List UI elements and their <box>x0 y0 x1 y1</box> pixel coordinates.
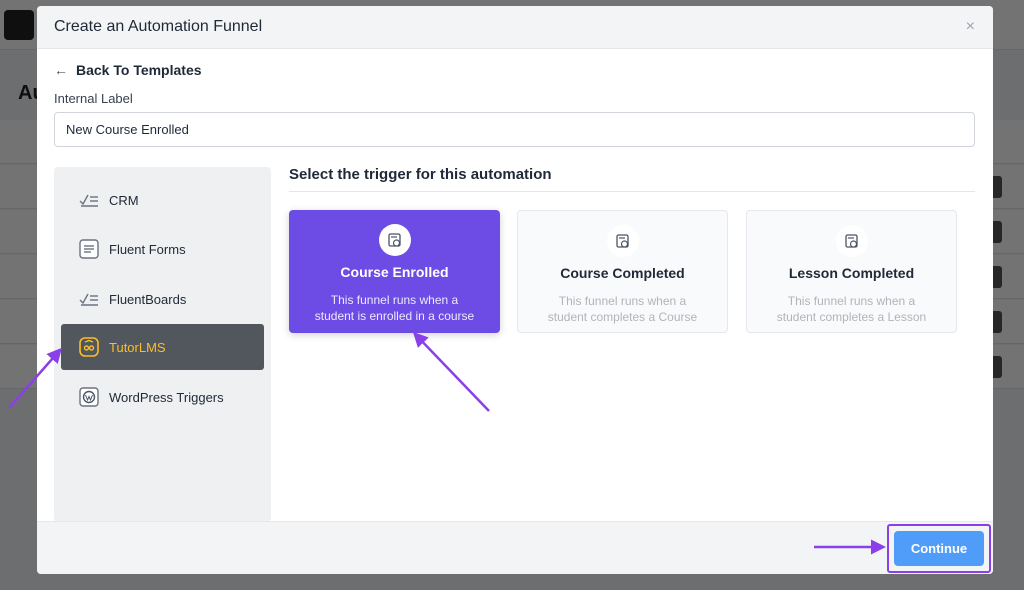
arrow-left-icon: ← <box>54 62 68 78</box>
check-lines-icon <box>79 190 99 210</box>
modal-footer <box>37 521 993 574</box>
sidebar-item-label: WordPress Triggers <box>109 389 224 405</box>
wordpress-icon <box>79 387 99 407</box>
sidebar-item-label: CRM <box>109 192 139 208</box>
close-icon[interactable]: × <box>966 18 975 36</box>
sidebar-item-wordpress-triggers[interactable]: WordPress Triggers <box>61 374 264 420</box>
tutor-icon <box>79 337 99 357</box>
trigger-section-heading: Select the trigger for this automation <box>289 166 552 183</box>
trigger-category-sidebar: CRM Fluent Forms FluentBoards TutorLMS W… <box>54 167 271 522</box>
sidebar-item-label: FluentBoards <box>109 291 187 307</box>
card-title: Course Completed <box>560 265 685 281</box>
internal-label-heading: Internal Label <box>54 91 133 106</box>
card-description: This funnel runs when a student is enrol… <box>314 293 475 323</box>
back-link-label: Back To Templates <box>76 62 202 78</box>
trigger-card-course-completed[interactable]: Course Completed This funnel runs when a… <box>517 210 728 333</box>
form-icon <box>79 239 99 259</box>
continue-button[interactable]: Continue <box>894 531 984 566</box>
sidebar-item-crm[interactable]: CRM <box>61 177 264 223</box>
modal-title: Create an Automation Funnel <box>54 18 263 35</box>
lesson-icon <box>835 225 868 257</box>
internal-label-input[interactable] <box>54 112 975 147</box>
section-divider <box>289 191 975 192</box>
card-description: This funnel runs when a student complete… <box>776 294 927 324</box>
back-to-templates-link[interactable]: ← Back To Templates <box>54 62 202 78</box>
sidebar-item-label: TutorLMS <box>109 339 166 355</box>
card-title: Course Enrolled <box>340 264 449 280</box>
course-icon <box>606 225 639 257</box>
sidebar-item-fluentboards[interactable]: FluentBoards <box>61 276 264 322</box>
card-description: This funnel runs when a student complete… <box>547 294 698 324</box>
card-title: Lesson Completed <box>788 265 915 281</box>
sidebar-item-fluent-forms[interactable]: Fluent Forms <box>61 226 264 272</box>
create-funnel-modal: Create an Automation Funnel × ← Back To T… <box>37 6 993 574</box>
course-icon <box>378 224 411 256</box>
trigger-card-course-enrolled[interactable]: Course Enrolled This funnel runs when a … <box>289 210 500 333</box>
check-lines-icon <box>79 289 99 309</box>
trigger-card-lesson-completed[interactable]: Lesson Completed This funnel runs when a… <box>746 210 957 333</box>
modal-header: Create an Automation Funnel × <box>37 6 993 49</box>
sidebar-item-label: Fluent Forms <box>109 241 186 257</box>
sidebar-item-tutorlms[interactable]: TutorLMS <box>61 324 264 370</box>
